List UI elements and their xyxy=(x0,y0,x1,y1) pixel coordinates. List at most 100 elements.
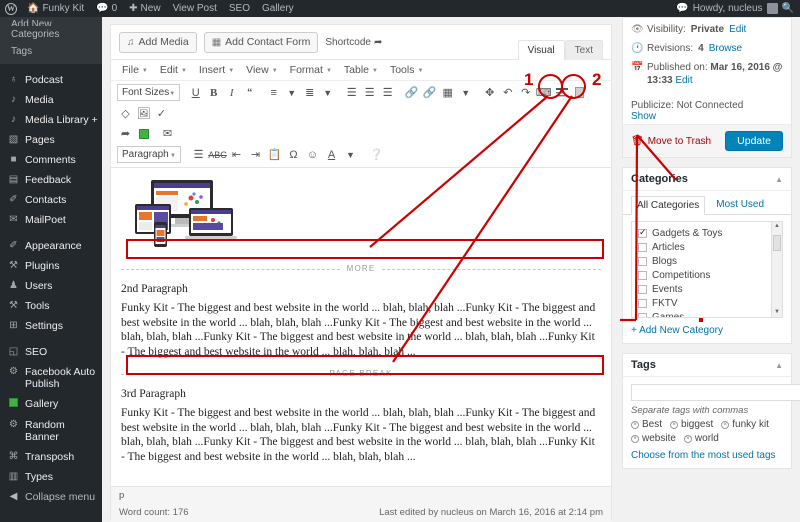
outdent-button[interactable]: ⇤ xyxy=(228,146,245,163)
category-checkbox[interactable] xyxy=(638,298,647,308)
gallery-color-icon[interactable] xyxy=(135,125,152,142)
tab-text[interactable]: Text xyxy=(564,40,603,60)
numbered-list-chevron-icon[interactable]: ▼ xyxy=(319,84,336,101)
strikethrough-button[interactable]: ABC xyxy=(208,146,227,163)
revisions-browse-link[interactable]: Browse xyxy=(709,42,742,55)
justify-button[interactable]: ☰ xyxy=(190,146,207,163)
scroll-up-icon[interactable]: ▲ xyxy=(772,222,782,231)
update-button[interactable]: Update xyxy=(725,131,783,151)
insert-image-icon[interactable]: 🖼 xyxy=(135,105,152,122)
insert-link-button[interactable]: 🔗 xyxy=(403,84,420,101)
search-icon[interactable]: 🔍 xyxy=(782,3,794,14)
sidebar-item-tags[interactable]: Tags xyxy=(0,43,102,60)
category-checkbox[interactable] xyxy=(638,312,647,317)
blockquote-button[interactable]: “ xyxy=(241,84,258,101)
italic-button[interactable]: I xyxy=(223,84,240,101)
sidebar-item-contacts[interactable]: ✐ Contacts xyxy=(0,190,102,210)
category-checkbox[interactable] xyxy=(638,284,647,294)
remove-tag-icon[interactable]: × xyxy=(721,420,730,429)
unlink-button[interactable]: 🔗 xyxy=(421,84,438,101)
category-item[interactable]: Gadgets & Toys xyxy=(638,226,778,240)
underline-button[interactable]: U xyxy=(187,84,204,101)
table-button[interactable]: ▦ xyxy=(439,84,456,101)
editor-menu-table[interactable]: Table ▼ xyxy=(339,63,383,77)
category-checkbox[interactable] xyxy=(638,256,647,266)
category-item[interactable]: Articles xyxy=(638,240,778,254)
sidebar-item-mailpoet[interactable]: ✉ MailPoet xyxy=(0,210,102,230)
category-checkbox[interactable] xyxy=(638,227,647,238)
sidebar-item-plugins[interactable]: ⚒ Plugins xyxy=(0,256,102,276)
category-checkbox[interactable] xyxy=(638,270,647,280)
insert-read-more-button[interactable] xyxy=(553,84,570,101)
sidebar-item-tools[interactable]: ⚒ Tools xyxy=(0,296,102,316)
keyboard-shortcuts-button[interactable]: ⌨ xyxy=(535,84,552,101)
paste-as-text-button[interactable]: 📋 xyxy=(266,146,283,163)
emoticon-button[interactable]: ☺ xyxy=(304,146,321,163)
sidebar-item-media-library[interactable]: ♪ Media Library + xyxy=(0,110,102,130)
sidebar-item-users[interactable]: ♟ Users xyxy=(0,276,102,296)
special-character-button[interactable]: Ω xyxy=(285,146,302,163)
spellcheck-icon[interactable]: ✓ xyxy=(153,105,170,122)
tags-input[interactable] xyxy=(631,384,800,401)
font-sizes-select[interactable]: Font Sizes ▼ xyxy=(117,84,181,101)
redo-button[interactable]: ↷ xyxy=(517,84,534,101)
text-color-chevron-icon[interactable]: ▼ xyxy=(342,146,359,163)
indent-button[interactable]: ⇥ xyxy=(247,146,264,163)
bullet-list-chevron-icon[interactable]: ▼ xyxy=(283,84,300,101)
numbered-list-button[interactable]: ≣ xyxy=(301,84,318,101)
view-post-link[interactable]: View Post xyxy=(167,0,223,17)
category-item[interactable]: Competitions xyxy=(638,268,778,282)
editor-menu-insert[interactable]: Insert ▼ xyxy=(194,63,239,77)
table-chevron-icon[interactable]: ▼ xyxy=(457,84,474,101)
categories-scrollbar[interactable]: ▲ ▼ xyxy=(771,222,782,317)
sidebar-item-appearance[interactable]: ✐ Appearance xyxy=(0,236,102,256)
category-item[interactable]: FKTV xyxy=(638,296,778,310)
remove-tag-icon[interactable]: × xyxy=(670,420,679,429)
comments-bubble[interactable]: 💬 0 xyxy=(90,0,123,17)
sidebar-item-feedback[interactable]: ▤ Feedback xyxy=(0,170,102,190)
editor-content[interactable]: MORE 2nd Paragraph Funky Kit - The bigge… xyxy=(111,168,611,486)
sidebar-item-settings[interactable]: ⊞ Settings xyxy=(0,316,102,336)
account-area[interactable]: 💬 Howdy, nucleus 🔍 xyxy=(676,3,800,14)
editor-menu-view[interactable]: View ▼ xyxy=(241,63,283,77)
category-item[interactable]: Blogs xyxy=(638,254,778,268)
inserted-image[interactable] xyxy=(123,178,245,250)
move-to-trash-button[interactable]: 🗑 Move to Trash xyxy=(631,136,711,147)
sidebar-item-podcast[interactable]: ♁ Podcast xyxy=(0,70,102,90)
text-color-button[interactable]: A xyxy=(323,146,340,163)
scrollbar-thumb[interactable] xyxy=(773,235,781,251)
tab-all-categories[interactable]: All Categories xyxy=(631,196,706,215)
sidebar-item-facebook-auto-publish[interactable]: ⚙ Facebook Auto Publish xyxy=(0,362,102,394)
sidebar-item-seo[interactable]: ◱ SEO xyxy=(0,342,102,362)
editor-menu-format[interactable]: Format ▼ xyxy=(285,63,337,77)
editor-menu-edit[interactable]: Edit ▼ xyxy=(155,63,192,77)
tab-visual[interactable]: Visual xyxy=(517,40,565,60)
align-right-button[interactable]: ☰ xyxy=(379,84,396,101)
shortcode-button[interactable]: Shortcode ➦ xyxy=(325,37,382,48)
add-new-category-link[interactable]: + Add New Category xyxy=(623,322,791,343)
categories-list[interactable]: Gadgets & Toys Articles Blogs Competitions E… xyxy=(631,221,783,318)
visibility-edit-link[interactable]: Edit xyxy=(729,23,746,36)
choose-most-used-tags-link[interactable]: Choose from the most used tags xyxy=(623,447,791,468)
sidebar-item-gallery[interactable]: Gallery xyxy=(0,394,102,415)
scroll-down-icon[interactable]: ▼ xyxy=(772,308,782,317)
eraser-icon[interactable]: ◇ xyxy=(117,105,134,122)
remove-tag-icon[interactable]: × xyxy=(631,434,639,443)
insert-page-break-button[interactable] xyxy=(571,84,588,101)
remove-tag-icon[interactable]: × xyxy=(631,420,639,429)
collapse-chevron-icon[interactable]: ▲ xyxy=(775,175,783,184)
sidebar-item-add-new[interactable]: Add New xyxy=(0,17,102,27)
paragraph-format-select[interactable]: Paragraph ▼ xyxy=(117,146,181,163)
collapse-chevron-icon[interactable]: ▲ xyxy=(775,361,783,370)
sidebar-item-comments[interactable]: ■ Comments xyxy=(0,150,102,170)
add-contact-form-button[interactable]: ▦ Add Contact Form xyxy=(203,32,319,53)
sidebar-item-transposh[interactable]: ⌘ Transposh xyxy=(0,447,102,467)
undo-button[interactable]: ↶ xyxy=(499,84,516,101)
published-edit-link[interactable]: Edit xyxy=(675,75,692,86)
publicize-show-link[interactable]: Show xyxy=(631,111,783,122)
help-button[interactable]: ❔ xyxy=(368,146,385,163)
gallery-menu[interactable]: Gallery xyxy=(256,0,300,17)
new-content-menu[interactable]: ✚ New xyxy=(123,0,166,17)
sidebar-item-types[interactable]: ▥ Types xyxy=(0,467,102,487)
sidebar-item-pages[interactable]: ▧ Pages xyxy=(0,130,102,150)
